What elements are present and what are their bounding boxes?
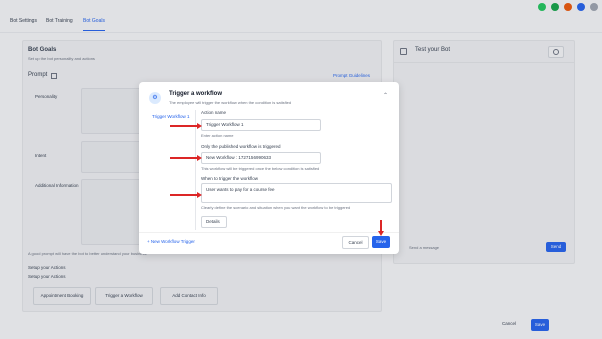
modal-footer-divider bbox=[139, 232, 399, 233]
workflow-select[interactable]: New Workflow : 1727156990633 bbox=[201, 152, 321, 164]
modal-title: Trigger a workflow bbox=[169, 91, 223, 97]
modal-cancel-button[interactable]: Cancel bbox=[342, 236, 369, 249]
workflow-icon: ⚙ bbox=[149, 92, 161, 104]
action-name-label: Action name bbox=[201, 110, 227, 115]
new-workflow-trigger-label: New Workflow Trigger bbox=[150, 239, 195, 244]
modal-subtitle: The employee will trigger the workflow w… bbox=[169, 100, 292, 105]
action-name-value: Trigger Workflow 1 bbox=[206, 122, 244, 127]
side-tab-trigger-workflow-1[interactable]: Trigger Workflow 1 bbox=[152, 114, 190, 119]
modal-save-button[interactable]: Save bbox=[372, 236, 390, 248]
new-workflow-trigger-link[interactable]: + New Workflow Trigger bbox=[147, 239, 195, 244]
workflow-select-value: New Workflow : 1727156990633 bbox=[206, 155, 271, 160]
when-trigger-textarea[interactable]: User wants to pay for a course fee bbox=[201, 183, 392, 203]
action-name-input[interactable]: Trigger Workflow 1 bbox=[201, 119, 321, 131]
details-chip-label: Details bbox=[206, 219, 220, 224]
workflow-label: Only the published workflow is triggered bbox=[201, 144, 281, 149]
when-trigger-label: When to trigger the workflow bbox=[201, 176, 259, 181]
action-name-hint: Enter action name bbox=[201, 133, 234, 138]
side-tab-divider bbox=[195, 110, 196, 230]
workflow-hint: This workflow will be triggered once the… bbox=[201, 166, 320, 171]
when-trigger-hint: Clearly define the scenario and situatio… bbox=[201, 205, 351, 210]
details-chip[interactable]: Details bbox=[201, 216, 227, 228]
when-trigger-value: User wants to pay for a course fee bbox=[206, 187, 275, 192]
collapse-icon[interactable]: ⌃ bbox=[383, 92, 388, 99]
trigger-workflow-modal: ⚙ Trigger a workflow The employee will t… bbox=[139, 82, 399, 254]
